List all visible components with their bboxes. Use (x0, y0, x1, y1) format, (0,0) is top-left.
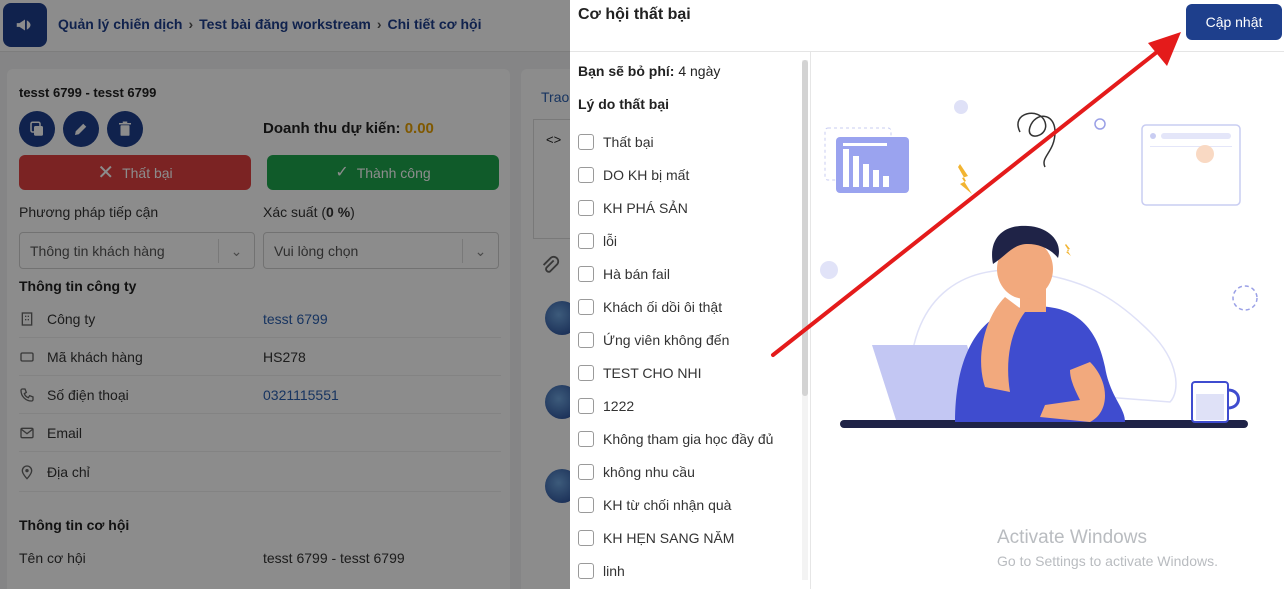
reason-label: Thất bại (603, 133, 654, 150)
reason-label: Không tham gia học đầy đủ (603, 430, 774, 447)
reason-checkbox[interactable] (578, 298, 594, 315)
reason-item[interactable]: lỗi (578, 224, 803, 257)
reason-checkbox[interactable] (578, 265, 594, 282)
reason-checkbox[interactable] (578, 199, 594, 216)
reason-checkbox[interactable] (578, 166, 594, 183)
watermark-line2: Go to Settings to activate Windows. (997, 553, 1218, 569)
activate-windows-watermark: Activate Windows Go to Settings to activ… (997, 527, 1218, 569)
reason-label: lỗi (603, 232, 618, 249)
chart-bar (873, 170, 879, 187)
reason-item[interactable]: DO KH bị mất (578, 158, 803, 191)
reason-label: KH HẸN SANG NĂM (603, 529, 735, 546)
reason-item[interactable]: TEST CHO NHI (578, 356, 803, 389)
reason-item[interactable]: KH HẸN SANG NĂM (578, 521, 803, 554)
decor-circle (954, 100, 968, 114)
chart-bar (843, 149, 849, 187)
reason-checkbox[interactable] (578, 463, 594, 480)
fee-label: Bạn sẽ bỏ phí: (578, 63, 675, 79)
reason-item[interactable]: Hà bán fail (578, 257, 803, 290)
coffee-mug-fill (1196, 394, 1224, 420)
coffee-mug-handle (1227, 388, 1240, 410)
reason-checkbox[interactable] (578, 133, 594, 150)
failed-opportunity-drawer: Cơ hội thất bại Cập nhật Bạn sẽ bỏ phí: … (570, 0, 1284, 589)
decor-circle (1232, 285, 1258, 311)
reason-checkbox[interactable] (578, 397, 594, 414)
frustrated-person-illustration (820, 100, 1258, 428)
chart-bar (853, 156, 859, 187)
update-button[interactable]: Cập nhật (1186, 4, 1282, 40)
fee-text: Bạn sẽ bỏ phí: 4 ngày (578, 63, 720, 79)
decor-circle (820, 261, 838, 279)
lightning-icon (958, 164, 972, 194)
chart-header-line (843, 143, 887, 146)
reasons-title: Lý do thất bại (578, 96, 669, 112)
reason-label: TEST CHO NHI (603, 364, 702, 381)
vertical-divider (810, 52, 811, 589)
reason-item[interactable]: linh (578, 554, 803, 587)
reason-label: 1222 (603, 397, 635, 414)
reason-checkbox[interactable] (578, 430, 594, 447)
reason-item[interactable]: không nhu cầu (578, 455, 803, 488)
reason-checkbox[interactable] (578, 232, 594, 249)
decor-circle (1196, 145, 1214, 163)
reason-label: không nhu cầu (603, 463, 695, 480)
drawer-header: Cơ hội thất bại Cập nhật (570, 0, 1284, 52)
reason-label: KH PHÁ SẢN (603, 199, 688, 216)
reasons-list: Thất bại DO KH bị mất KH PHÁ SẢN lỗi Hà bán … (578, 125, 803, 587)
modal-backdrop[interactable] (0, 0, 570, 589)
reason-item[interactable]: KH từ chối nhận quà (578, 488, 803, 521)
reason-checkbox[interactable] (578, 529, 594, 546)
lightning-icon (1065, 244, 1071, 256)
chart-bar (863, 164, 869, 187)
drawer-title: Cơ hội thất bại (578, 6, 691, 23)
reason-checkbox[interactable] (578, 496, 594, 513)
reason-item[interactable]: Khách ối dồi ôi thật (578, 290, 803, 323)
reason-checkbox[interactable] (578, 562, 594, 579)
decor-circle (1150, 133, 1156, 139)
reason-label: Hà bán fail (603, 265, 670, 282)
decor-circle (1094, 118, 1106, 130)
watermark-line1: Activate Windows (997, 527, 1147, 548)
reason-label: Khách ối dồi ôi thật (603, 298, 723, 315)
reason-checkbox[interactable] (578, 331, 594, 348)
reason-label: Ứng viên không đến (603, 331, 730, 348)
reason-label: KH từ chối nhận quà (603, 496, 732, 513)
fee-value: 4 ngày (678, 63, 721, 79)
scrollbar-thumb[interactable] (802, 60, 808, 396)
browser-divider (1150, 146, 1232, 147)
reason-item[interactable]: Ứng viên không đến (578, 323, 803, 356)
reason-label: DO KH bị mất (603, 166, 690, 183)
reason-item[interactable]: KH PHÁ SẢN (578, 191, 803, 224)
reason-label: linh (603, 562, 625, 579)
browser-bar (1161, 133, 1231, 139)
drawer-body: Bạn sẽ bỏ phí: 4 ngày Lý do thất bại Thấ… (570, 52, 1284, 589)
chart-bar (883, 176, 889, 187)
scribble-icon (1017, 112, 1056, 168)
reason-item[interactable]: Không tham gia học đầy đủ (578, 422, 803, 455)
reason-checkbox[interactable] (578, 364, 594, 381)
reason-item[interactable]: Thất bại (578, 125, 803, 158)
reason-item[interactable]: 1222 (578, 389, 803, 422)
